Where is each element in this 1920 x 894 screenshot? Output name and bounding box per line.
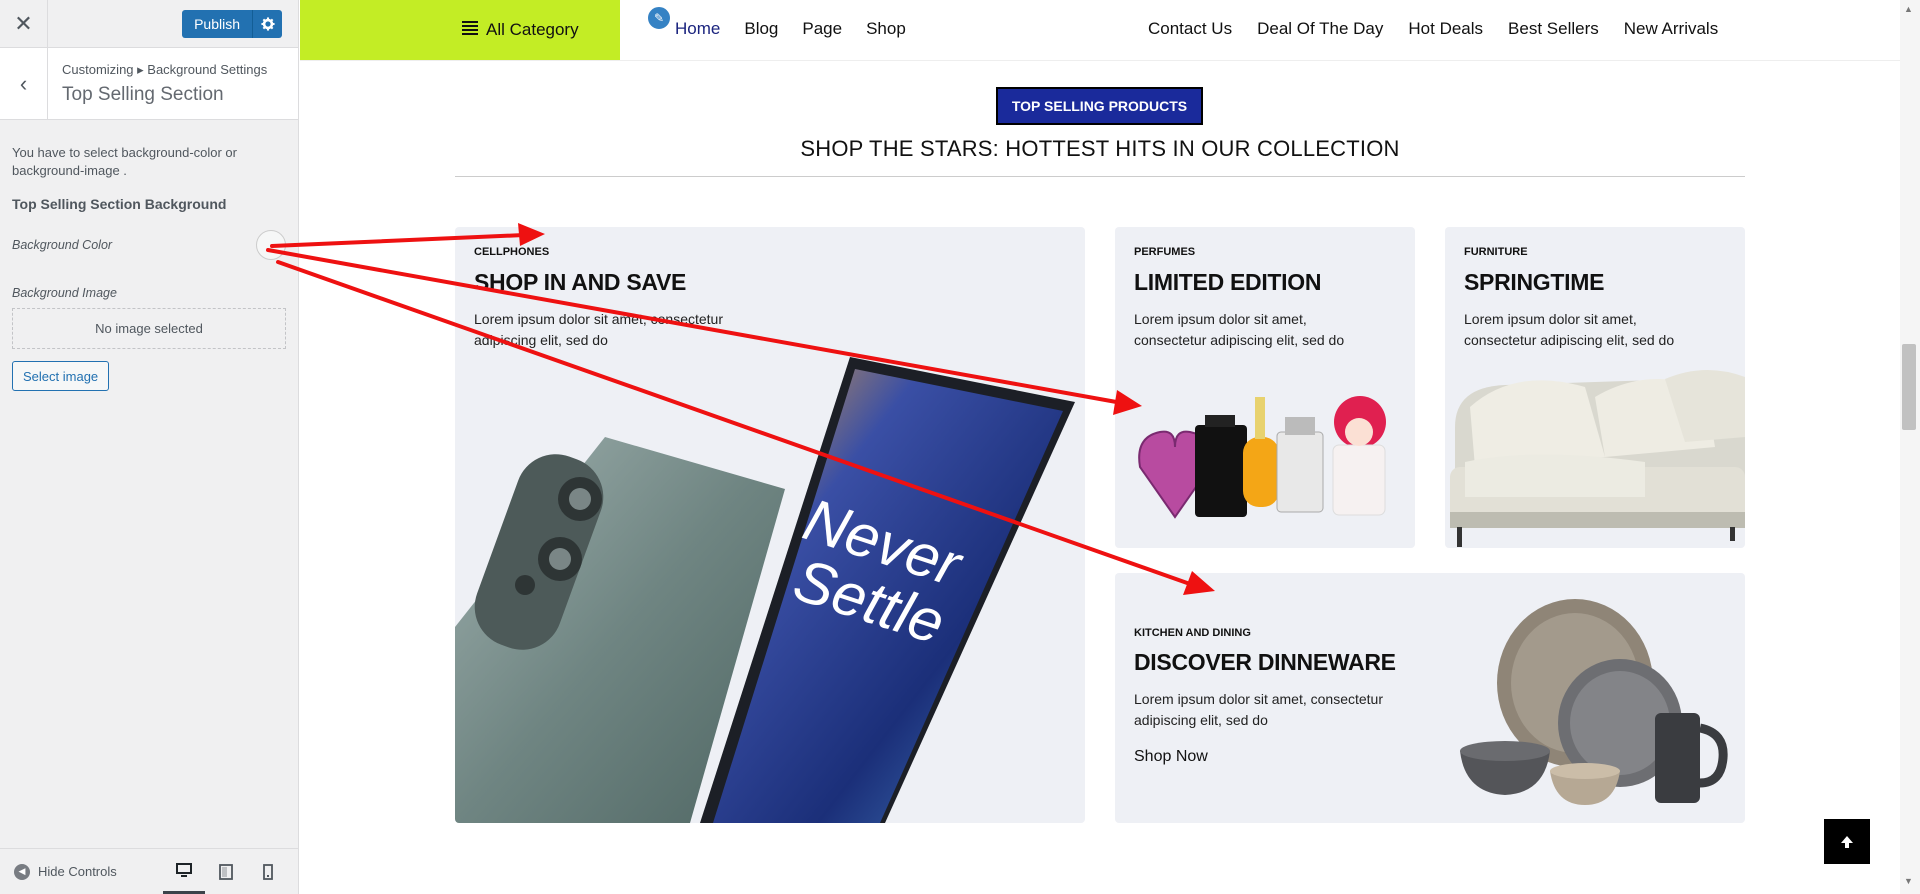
card-category: FURNITURE: [1464, 246, 1528, 258]
nav-shop[interactable]: Shop: [866, 19, 906, 39]
background-color-label: Background Color: [12, 238, 113, 252]
section-title: Top Selling Section: [62, 84, 224, 105]
publish-button[interactable]: Publish: [182, 10, 252, 38]
back-to-top-button[interactable]: [1824, 819, 1870, 864]
card-description-line: adipiscing elit, sed do: [474, 332, 608, 348]
card-title[interactable]: SPRINGTIME: [1464, 269, 1604, 296]
secondary-nav: Contact Us Deal Of The Day Hot Deals Bes…: [1148, 19, 1718, 39]
section-controls: You have to select background-color or b…: [0, 120, 298, 415]
product-card-furniture[interactable]: FURNITURE SPRINGTIME Lorem ipsum dolor s…: [1445, 227, 1745, 548]
card-category: KITCHEN AND DINING: [1134, 627, 1251, 639]
page-scrollbar[interactable]: [1900, 0, 1920, 894]
all-category-label: All Category: [486, 20, 579, 39]
site-header: All Category ✎ Home Blog Page Shop Conta…: [300, 0, 1900, 61]
background-color-control: Background Color: [12, 230, 286, 260]
card-description: Lorem ipsum dolor sit amet, consectetur …: [1134, 689, 1434, 731]
customizer-header: ✕ Publish: [0, 0, 298, 48]
card-description-line: Lorem ipsum dolor sit amet, consectetur: [474, 311, 723, 327]
scroll-up-icon[interactable]: ▲: [1904, 4, 1913, 14]
card-description-line: consectetur adipiscing elit, sed do: [1134, 332, 1345, 348]
sofa-image: [1450, 369, 1745, 547]
shop-now-link[interactable]: Shop Now: [1134, 748, 1208, 766]
nav-blog[interactable]: Blog: [744, 19, 778, 39]
scroll-down-icon[interactable]: ▼: [1904, 876, 1913, 886]
background-heading: Top Selling Section Background: [12, 196, 227, 212]
heading-divider: [455, 176, 1745, 177]
nav-hot-deals[interactable]: Hot Deals: [1408, 19, 1483, 39]
product-card-perfumes[interactable]: PERFUMES LIMITED EDITION Lorem ipsum dol…: [1115, 227, 1415, 548]
collapse-icon: ◀: [14, 863, 30, 880]
perfume-bottles-image: [1138, 396, 1386, 519]
edit-pencil-icon[interactable]: ✎: [646, 5, 672, 31]
nav-deal-of-day[interactable]: Deal Of The Day: [1257, 19, 1383, 39]
nav-best-sellers[interactable]: Best Sellers: [1508, 19, 1599, 39]
nav-page[interactable]: Page: [802, 19, 842, 39]
desktop-preview-icon[interactable]: [163, 849, 205, 894]
select-image-button[interactable]: Select image: [12, 361, 110, 391]
card-description: Lorem ipsum dolor sit amet, consectetur …: [1134, 309, 1344, 351]
card-description: Lorem ipsum dolor sit amet, consectetur …: [474, 309, 723, 351]
nav-contact[interactable]: Contact Us: [1148, 19, 1232, 39]
gear-icon[interactable]: [252, 10, 282, 38]
hide-controls-label: Hide Controls: [38, 864, 117, 879]
primary-nav: Home Blog Page Shop: [675, 19, 906, 39]
tablet-preview-icon[interactable]: [205, 849, 247, 894]
section-header: ‹ Customizing ▸ Background Settings Top …: [0, 48, 298, 120]
hide-controls-button[interactable]: ◀ Hide Controls: [14, 863, 117, 880]
nav-new-arrivals[interactable]: New Arrivals: [1624, 19, 1718, 39]
top-selling-badge: TOP SELLING PRODUCTS: [996, 87, 1203, 125]
close-icon[interactable]: ✕: [0, 0, 48, 47]
menu-icon: [462, 20, 478, 40]
customizer-footer: ◀ Hide Controls: [0, 848, 299, 894]
section-heading: SHOP THE STARS: HOTTEST HITS IN OUR COLL…: [800, 136, 1400, 161]
nav-home[interactable]: Home: [675, 19, 720, 39]
card-title[interactable]: LIMITED EDITION: [1134, 269, 1321, 296]
product-card-cellphones[interactable]: Never Settle CELLPHONES SHOP IN AND SAVE…: [455, 227, 1085, 823]
card-description-line: Lorem ipsum dolor sit amet,: [1464, 311, 1637, 327]
device-switcher: [163, 849, 289, 894]
scrollbar-thumb[interactable]: [1902, 344, 1916, 430]
back-arrow-icon[interactable]: ‹: [0, 48, 48, 119]
notice-text: You have to select background-color or b…: [12, 145, 237, 178]
card-description-line: Lorem ipsum dolor sit amet,: [1134, 311, 1307, 327]
card-title[interactable]: SHOP IN AND SAVE: [474, 269, 686, 296]
image-placeholder: No image selected: [12, 308, 286, 349]
mobile-preview-icon[interactable]: [247, 849, 289, 894]
dinnerware-image: [1460, 599, 1728, 805]
breadcrumb: Customizing ▸ Background Settings: [62, 62, 268, 77]
card-description-line: adipiscing elit, sed do: [1134, 712, 1268, 728]
arrow-up-icon: [1841, 835, 1853, 848]
publish-group: Publish: [182, 10, 282, 38]
card-description: Lorem ipsum dolor sit amet, consectetur …: [1464, 309, 1674, 351]
card-description-line: Lorem ipsum dolor sit amet, consectetur: [1134, 691, 1383, 707]
color-picker-button[interactable]: [256, 230, 286, 260]
customizer-sidebar: ✕ Publish ‹ Customizing ▸ Background Set…: [0, 0, 299, 894]
background-image-label: Background Image: [12, 286, 117, 300]
card-title[interactable]: DISCOVER DINNEWARE: [1134, 649, 1396, 676]
site-preview: All Category ✎ Home Blog Page Shop Conta…: [300, 0, 1900, 894]
product-card-kitchen[interactable]: KITCHEN AND DINING DISCOVER DINNEWARE Lo…: [1115, 573, 1745, 823]
all-category-button[interactable]: All Category: [300, 0, 620, 60]
card-category: CELLPHONES: [474, 246, 550, 258]
card-category: PERFUMES: [1134, 246, 1196, 258]
